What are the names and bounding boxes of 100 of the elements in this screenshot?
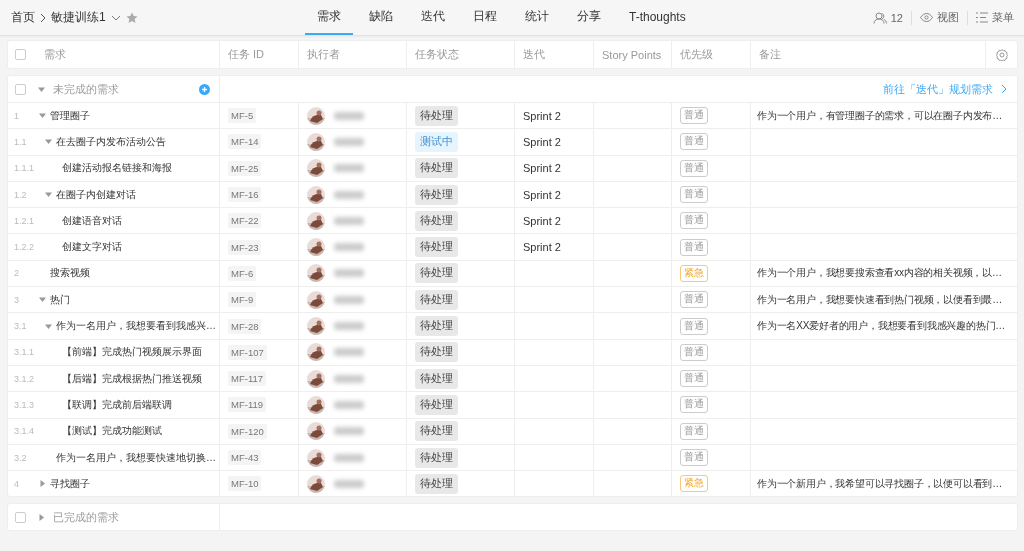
row-number: 1.2.2 xyxy=(14,242,32,253)
checkbox[interactable] xyxy=(15,511,26,523)
priority-tag: 普通 xyxy=(680,291,708,309)
requirement-title[interactable]: 【测试】完成功能测试 xyxy=(62,424,162,439)
row-number: 1.1.1 xyxy=(14,163,32,174)
tab[interactable]: 分享 xyxy=(565,0,613,35)
iteration-name: Sprint 2 xyxy=(523,135,561,148)
breadcrumb-link[interactable]: 首页 xyxy=(11,9,35,26)
task-id: MF-117 xyxy=(228,371,267,387)
requirement-title[interactable]: 在去圈子内发布活动公告 xyxy=(56,134,166,149)
members-button[interactable]: 12 xyxy=(872,11,903,24)
task-id: MF-120 xyxy=(228,423,267,439)
menu-icon xyxy=(976,12,988,23)
requirement-title[interactable]: 寻找圈子 xyxy=(50,476,90,491)
row-number: 3.2 xyxy=(14,452,28,463)
tab[interactable]: 缺陷 xyxy=(357,0,405,35)
collapse-triangle-icon[interactable] xyxy=(39,480,46,488)
project-name[interactable]: 敏捷训练1 xyxy=(51,9,106,26)
status-tag: 待处理 xyxy=(415,342,458,363)
group-label: 未完成的需求 xyxy=(53,81,119,97)
blurred-name xyxy=(334,453,364,462)
tab[interactable]: 统计 xyxy=(513,0,561,35)
chevron-down-icon xyxy=(110,14,121,21)
note-text: 作为一个用户，有管理圈子的需求，可以在圈子内发布… xyxy=(757,108,1002,123)
task-id: MF-6 xyxy=(228,265,257,281)
priority-tag: 普通 xyxy=(680,370,708,388)
requirement-title[interactable]: 搜索视频 xyxy=(50,266,90,281)
priority-tag: 普通 xyxy=(680,186,708,204)
blurred-name xyxy=(334,243,364,252)
task-id: MF-107 xyxy=(228,344,267,360)
priority-tag: 普通 xyxy=(680,396,708,414)
requirement-title[interactable]: 热门 xyxy=(50,292,70,307)
row-number: 3.1.3 xyxy=(14,399,32,410)
requirement-title[interactable]: 【后端】完成根据热门推送视频 xyxy=(62,371,202,386)
requirement-title[interactable]: 创建语音对话 xyxy=(62,213,122,228)
collapse-triangle-icon[interactable] xyxy=(38,513,45,521)
column-header: 任务状态 xyxy=(415,47,459,62)
iteration-name: Sprint 2 xyxy=(523,188,561,201)
row-number: 1.2 xyxy=(14,189,28,200)
checkbox[interactable] xyxy=(15,49,26,60)
tab[interactable]: 需求 xyxy=(305,0,353,35)
status-tag: 待处理 xyxy=(415,237,458,258)
priority-tag: 普通 xyxy=(680,343,708,361)
blurred-name xyxy=(334,216,364,225)
tab[interactable]: 日程 xyxy=(461,0,509,35)
star-icon[interactable] xyxy=(125,11,138,24)
row-number: 2 xyxy=(14,268,20,279)
priority-tag: 普通 xyxy=(680,449,708,466)
view-button[interactable]: 视图 xyxy=(920,10,959,25)
status-tag: 待处理 xyxy=(415,184,458,205)
eye-icon xyxy=(920,13,933,22)
requirement-title[interactable]: 创建活动报名链接和海报 xyxy=(62,161,172,176)
task-id: MF-14 xyxy=(228,134,262,150)
menu-button[interactable]: 菜单 xyxy=(976,10,1014,25)
group-label: 已完成的需求 xyxy=(53,509,119,525)
chevron-right-icon xyxy=(40,12,46,23)
status-tag: 测试中 xyxy=(415,131,458,152)
requirement-title[interactable]: 管理圈子 xyxy=(50,108,90,123)
priority-tag: 普通 xyxy=(680,212,708,230)
priority-tag: 普通 xyxy=(680,107,708,125)
row-number: 3.1.1 xyxy=(14,347,32,358)
add-icon xyxy=(199,83,210,95)
row-number: 3 xyxy=(14,294,20,305)
status-tag: 待处理 xyxy=(415,210,458,231)
tab[interactable]: 迭代 xyxy=(409,0,457,35)
requirement-title[interactable]: 【前端】完成热门视频展示界面 xyxy=(62,345,202,360)
column-header: 备注 xyxy=(759,47,781,62)
checkbox[interactable] xyxy=(15,83,26,95)
task-id: MF-119 xyxy=(228,397,267,413)
column-header: 执行者 xyxy=(307,47,340,62)
status-tag: 待处理 xyxy=(415,473,458,494)
note-text: 作为一个新用户，我希望可以寻找圈子，以便可以看到… xyxy=(757,476,1002,491)
expand-triangle-icon[interactable] xyxy=(39,112,46,120)
status-tag: 待处理 xyxy=(415,316,458,336)
priority-tag: 普通 xyxy=(680,159,708,177)
expand-triangle-icon[interactable] xyxy=(39,296,46,304)
task-id: MF-10 xyxy=(228,476,262,492)
iteration-name: Sprint 2 xyxy=(523,162,561,175)
requirement-title[interactable]: 在圈子内创建对话 xyxy=(56,187,136,202)
blurred-name xyxy=(334,374,364,383)
requirement-title[interactable]: 【联调】完成前后端联调 xyxy=(62,397,172,412)
chevron-right-icon xyxy=(1001,84,1007,94)
column-header: Story Points xyxy=(602,48,662,61)
blurred-name xyxy=(334,111,364,120)
requirement-title[interactable]: 创建文字对话 xyxy=(62,240,122,255)
task-id: MF-25 xyxy=(228,160,262,176)
column-header: 迭代 xyxy=(523,47,545,62)
task-id: MF-22 xyxy=(228,213,262,229)
row-number: 4 xyxy=(14,478,20,489)
requirement-title[interactable]: 作为一名用户，我想要快速地切换… xyxy=(56,450,216,465)
row-number: 3.1.2 xyxy=(14,373,32,384)
blurred-name xyxy=(334,479,364,488)
expand-triangle-icon[interactable] xyxy=(45,191,52,199)
requirement-title[interactable]: 作为一名用户，我想要看到我感兴… xyxy=(56,319,216,333)
expand-triangle-icon[interactable] xyxy=(45,138,52,146)
blurred-name xyxy=(334,400,364,409)
status-tag: 待处理 xyxy=(415,289,458,310)
expand-triangle-icon[interactable] xyxy=(38,85,45,93)
tab[interactable]: T-thoughts xyxy=(617,0,698,35)
expand-triangle-icon[interactable] xyxy=(45,322,52,330)
